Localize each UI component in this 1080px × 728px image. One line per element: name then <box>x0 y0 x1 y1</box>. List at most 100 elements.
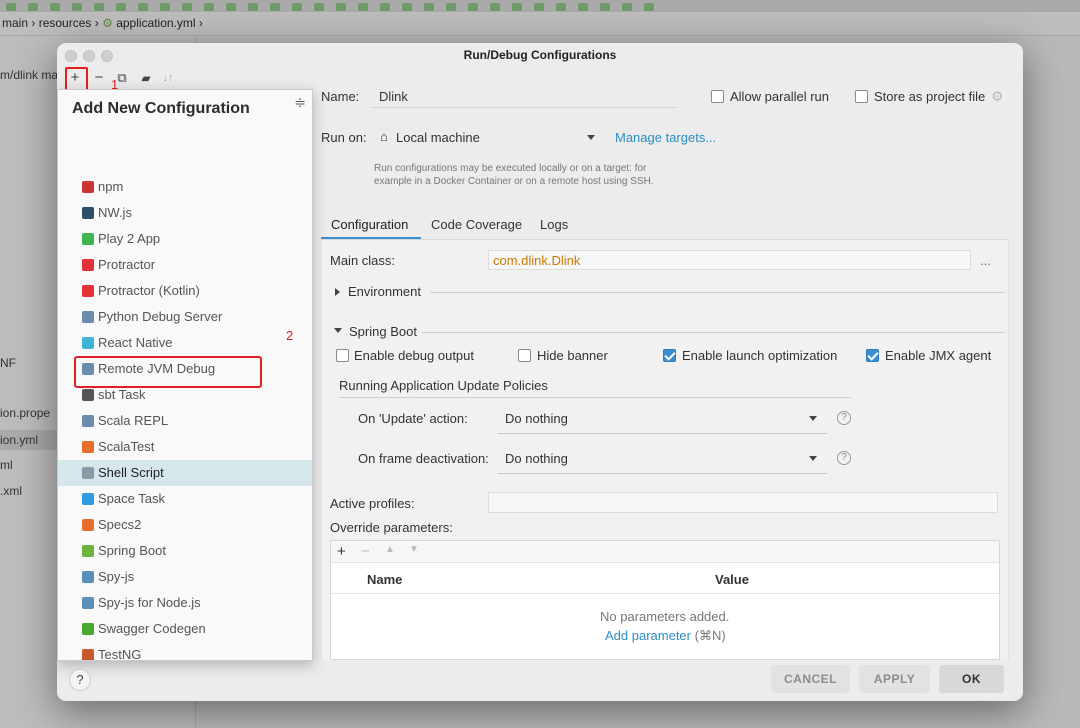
add-parameter-link[interactable]: Add parameter <box>605 628 691 643</box>
remove-parameter-icon[interactable]: − <box>361 543 370 560</box>
config-type-icon <box>82 337 94 349</box>
config-type-item[interactable]: Spring Boot <box>58 538 312 564</box>
enable-jmx-agent-label: Enable JMX agent <box>885 348 992 363</box>
chevron-right-icon: › <box>31 16 39 30</box>
on-frame-deactivation-value: Do nothing <box>505 451 568 466</box>
config-type-item[interactable]: ScalaTest <box>58 434 312 460</box>
hide-banner-checkbox[interactable] <box>518 349 531 362</box>
remove-configuration-button[interactable]: − <box>90 69 108 87</box>
config-type-item[interactable]: Shell Script <box>58 460 312 486</box>
chevron-down-icon[interactable] <box>334 328 342 333</box>
config-type-item[interactable]: Protractor <box>58 252 312 278</box>
store-as-project-file-checkbox[interactable] <box>855 90 868 103</box>
config-type-item[interactable]: Specs2 <box>58 512 312 538</box>
run-on-hint: Run configurations may be executed local… <box>374 163 647 174</box>
config-type-item[interactable]: Play 2 App <box>58 226 312 252</box>
name-label: Name: <box>321 89 360 104</box>
chevron-down-icon[interactable] <box>809 416 817 421</box>
collapse-icon[interactable]: ≑ <box>294 94 306 111</box>
on-update-action-label: On 'Update' action: <box>358 411 468 426</box>
override-parameters-label: Override parameters: <box>330 520 453 535</box>
enable-launch-optimization-checkbox[interactable] <box>663 349 676 362</box>
config-type-label: Play 2 App <box>98 231 161 246</box>
move-down-icon[interactable]: ▼ <box>409 544 419 555</box>
tab-logs[interactable]: Logs <box>540 217 568 232</box>
sort-icon[interactable]: ↓↑ <box>159 69 177 87</box>
config-type-icon <box>82 493 94 505</box>
config-type-item[interactable]: Space Task <box>58 486 312 512</box>
column-header-value[interactable]: Value <box>715 572 749 587</box>
config-type-item[interactable]: React Native <box>58 330 312 356</box>
browse-main-class-button[interactable]: ... <box>980 253 991 268</box>
override-parameters-table: + − ▲ ▼ Name Value No parameters added. … <box>330 540 1000 660</box>
cancel-button[interactable]: CANCEL <box>771 665 850 693</box>
config-type-label: Spy-js for Node.js <box>98 595 201 610</box>
tree-item[interactable]: m/dlink ma <box>0 68 58 82</box>
active-profiles-input[interactable] <box>488 492 998 513</box>
chevron-down-icon[interactable] <box>809 456 817 461</box>
config-type-icon <box>82 207 94 219</box>
chevron-down-icon[interactable] <box>587 135 595 140</box>
chevron-right-icon: › <box>198 16 203 30</box>
annotation-number-2: 2 <box>286 328 294 343</box>
run-on-hint: example in a Docker Container or on a re… <box>374 176 654 187</box>
environment-section-toggle[interactable]: Environment <box>348 284 421 299</box>
config-type-label: Spy-js <box>98 569 135 584</box>
config-type-item[interactable]: Python Debug Server <box>58 304 312 330</box>
tree-item[interactable]: ml <box>0 458 13 472</box>
enable-launch-optimization-label: Enable launch optimization <box>682 348 838 363</box>
config-type-icon <box>82 467 94 479</box>
tab-configuration[interactable]: Configuration <box>331 217 408 232</box>
tree-item[interactable]: NF <box>0 356 16 370</box>
add-parameter-icon[interactable]: + <box>337 543 346 560</box>
help-icon[interactable]: ? <box>837 451 851 465</box>
hide-banner-label: Hide banner <box>537 348 608 363</box>
tree-item[interactable]: ion.yml <box>0 430 60 450</box>
config-type-item[interactable]: Swagger Codegen <box>58 616 312 642</box>
spring-boot-section-toggle[interactable]: Spring Boot <box>349 324 417 339</box>
config-type-item[interactable]: TestNG <box>58 642 312 660</box>
tree-item[interactable]: .xml <box>0 484 22 498</box>
enable-debug-output-checkbox[interactable] <box>336 349 349 362</box>
copy-icon[interactable]: ⧉ <box>113 69 131 87</box>
allow-parallel-run-checkbox[interactable] <box>711 90 724 103</box>
config-type-label: Specs2 <box>98 517 142 532</box>
config-list-toolbar: + 1 − ⧉ ▰ ↓↑ <box>63 67 307 93</box>
column-header-name[interactable]: Name <box>367 572 402 587</box>
name-field-underline <box>371 107 677 108</box>
config-type-item[interactable]: Scala REPL <box>58 408 312 434</box>
config-type-icon <box>82 597 94 609</box>
name-field[interactable]: Dlink <box>379 89 408 104</box>
tab-code-coverage[interactable]: Code Coverage <box>431 217 522 232</box>
config-type-item[interactable]: Spy-js for Node.js <box>58 590 312 616</box>
config-type-item[interactable]: Spy-js <box>58 564 312 590</box>
enable-jmx-agent-checkbox[interactable] <box>866 349 879 362</box>
chevron-right-icon[interactable] <box>335 288 340 296</box>
breadcrumb-item[interactable]: resources <box>39 16 92 30</box>
home-icon: ⌂ <box>380 129 388 144</box>
ide-breadcrumb: main › resources › ⚙ application.yml › <box>0 12 1080 36</box>
run-on-select[interactable]: Local machine <box>396 130 480 145</box>
help-icon[interactable]: ? <box>837 411 851 425</box>
help-button[interactable]: ? <box>69 669 91 691</box>
breadcrumb-item[interactable]: main <box>2 16 28 30</box>
config-type-icon <box>82 181 94 193</box>
config-type-item[interactable]: npm <box>58 174 312 200</box>
config-type-item[interactable]: Protractor (Kotlin) <box>58 278 312 304</box>
add-parameter-row: Add parameter (⌘N) <box>605 628 726 644</box>
tree-item[interactable]: ion.prope <box>0 406 50 420</box>
config-type-icon <box>82 571 94 583</box>
breadcrumb-item[interactable]: application.yml <box>116 16 195 30</box>
manage-targets-link[interactable]: Manage targets... <box>615 130 716 145</box>
config-type-label: ScalaTest <box>98 439 155 454</box>
active-tab-indicator <box>321 237 421 239</box>
apply-button[interactable]: APPLY <box>859 665 930 693</box>
config-type-item[interactable]: NW.js <box>58 200 312 226</box>
gear-icon[interactable]: ⚙ <box>991 88 1004 105</box>
ok-button[interactable]: OK <box>939 665 1004 693</box>
section-divider <box>339 397 851 398</box>
folder-icon[interactable]: ▰ <box>137 69 155 87</box>
run-debug-dialog: Run/Debug Configurations + 1 − ⧉ ▰ ↓↑ Ad… <box>57 43 1023 701</box>
config-type-label: React Native <box>98 335 173 350</box>
move-up-icon[interactable]: ▲ <box>385 544 395 555</box>
